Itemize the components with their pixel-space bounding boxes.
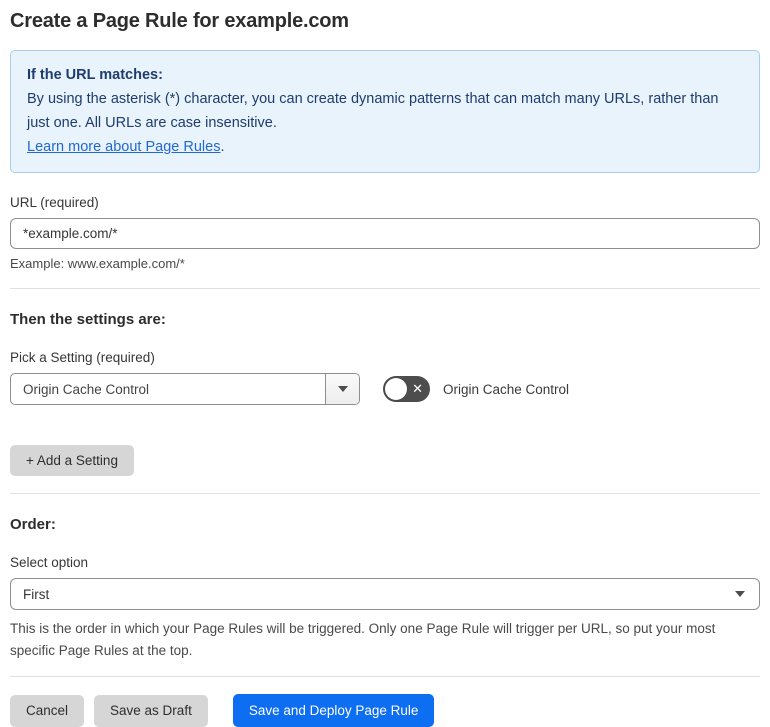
- toggle-knob: [385, 378, 407, 400]
- info-box-body: By using the asterisk (*) character, you…: [27, 91, 719, 131]
- section-divider: [10, 288, 760, 289]
- order-section-heading: Order:: [10, 516, 56, 533]
- footer-divider: [10, 676, 760, 677]
- url-field-label: URL (required): [10, 195, 99, 210]
- create-page-rule-form: Create a Page Rule for example.com If th…: [0, 0, 770, 727]
- order-select-label: Select option: [10, 555, 89, 570]
- save-and-deploy-button[interactable]: Save and Deploy Page Rule: [232, 694, 435, 727]
- setting-dropdown-value: Origin Cache Control: [23, 381, 150, 397]
- toggle-off-x-icon: ✕: [412, 381, 423, 396]
- footer-actions: Cancel Save as Draft Save and Deploy Pag…: [10, 694, 760, 727]
- url-match-info-box: If the URL matches: By using the asteris…: [10, 50, 760, 173]
- url-helper-text: Example: www.example.com/*: [10, 256, 185, 271]
- order-select[interactable]: First: [10, 578, 760, 610]
- learn-more-link[interactable]: Learn more about Page Rules: [27, 139, 220, 155]
- settings-section-heading: Then the settings are:: [10, 311, 166, 328]
- info-box-link-line: Learn more about Page Rules.: [27, 135, 743, 159]
- order-select-value: First: [23, 586, 50, 602]
- link-period: .: [220, 139, 225, 155]
- setting-row: Origin Cache Control ✕ Origin Cache Cont…: [10, 373, 760, 405]
- origin-cache-control-toggle[interactable]: ✕: [383, 376, 430, 402]
- chevron-down-icon: [735, 591, 745, 597]
- info-box-heading: If the URL matches:: [27, 67, 163, 83]
- add-setting-button[interactable]: + Add a Setting: [10, 445, 134, 476]
- page-title: Create a Page Rule for example.com: [10, 10, 349, 32]
- toggle-label: Origin Cache Control: [443, 381, 570, 397]
- setting-dropdown[interactable]: Origin Cache Control: [10, 373, 360, 405]
- section-divider: [10, 493, 760, 494]
- save-as-draft-button[interactable]: Save as Draft: [94, 694, 208, 727]
- chevron-down-icon: [337, 386, 348, 392]
- order-helper-text: This is the order in which your Page Rul…: [10, 621, 716, 658]
- pick-setting-label: Pick a Setting (required): [10, 350, 155, 365]
- cancel-button[interactable]: Cancel: [10, 694, 85, 727]
- url-input[interactable]: [10, 218, 760, 249]
- setting-dropdown-arrow-cell[interactable]: [325, 374, 359, 404]
